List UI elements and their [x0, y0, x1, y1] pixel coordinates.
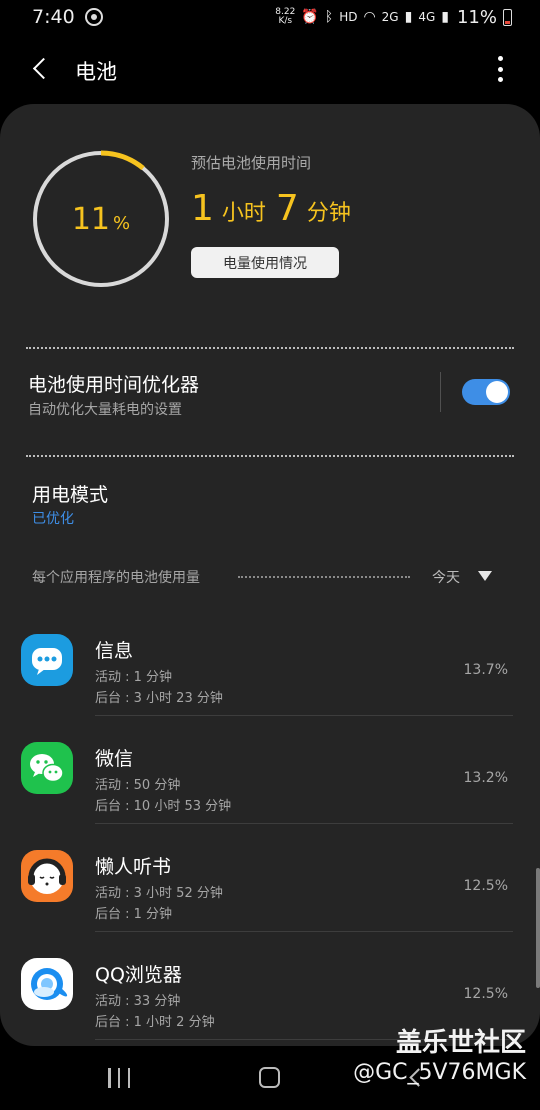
- home-icon[interactable]: [259, 1067, 280, 1088]
- scrollbar[interactable]: [536, 868, 540, 988]
- app-name: 微信: [95, 748, 134, 770]
- app-background-time: 后台 : 10 小时 53 分钟: [95, 799, 232, 814]
- app-active-time: 活动 : 50 分钟: [95, 778, 181, 793]
- estimate-hours: 1: [191, 188, 214, 229]
- battery-level-sign: %: [113, 212, 131, 234]
- app-usage-item[interactable]: 懒人听书 活动 : 3 小时 52 分钟 后台 : 1 分钟 12.5%: [0, 828, 540, 936]
- optimizer-title[interactable]: 电池使用时间优化器: [28, 370, 199, 397]
- row-separator: [95, 931, 513, 932]
- divider: [26, 347, 514, 349]
- qq-browser-icon: [21, 958, 73, 1010]
- app-usage-percent: 12.5%: [463, 986, 508, 1002]
- estimate-value: 1 小时 7 分钟: [191, 188, 361, 229]
- page-title: 电池: [75, 60, 117, 84]
- app-name: 信息: [95, 640, 134, 662]
- app-background-time: 后台 : 1 分钟: [95, 907, 173, 922]
- divider-vertical: [440, 372, 441, 412]
- estimate-minutes-unit: 分钟: [306, 201, 351, 226]
- app-name: QQ浏览器: [95, 964, 182, 986]
- app-active-time: 活动 : 3 小时 52 分钟: [95, 886, 223, 901]
- wifi-icon: ◠: [363, 9, 376, 25]
- app-name: 懒人听书: [95, 856, 172, 878]
- estimate-label: 预估电池使用时间: [191, 154, 312, 172]
- app-usage-item[interactable]: 微信 活动 : 50 分钟 后台 : 10 小时 53 分钟 13.2%: [0, 720, 540, 828]
- status-icons: 8.22 K/s ⏰ ᛒ HD ◠ 2G ▮ 4G ▮ 11%: [275, 7, 512, 28]
- messages-icon: [21, 634, 73, 686]
- battery-icon: [503, 8, 512, 26]
- divider: [26, 455, 514, 457]
- app-header: 电池: [0, 40, 540, 98]
- battery-card: 11 % 预估电池使用时间 1 小时 7 分钟 电量使用情况 电池使用时间优化器…: [0, 104, 540, 1046]
- watermark-title: 盖乐世社区: [395, 1028, 526, 1058]
- estimate-hours-unit: 小时: [221, 201, 266, 226]
- power-mode-value: 已优化: [32, 511, 74, 527]
- optimizer-toggle[interactable]: [462, 379, 510, 405]
- signal-icon-2: ▮: [441, 9, 449, 25]
- estimate-minutes: 7: [275, 188, 299, 229]
- back-icon[interactable]: [28, 54, 58, 84]
- app-usage-percent: 13.7%: [463, 662, 508, 678]
- app-background-time: 后台 : 3 小时 23 分钟: [95, 691, 223, 706]
- signal-icon: ▮: [404, 9, 413, 25]
- app-active-time: 活动 : 1 分钟: [95, 670, 173, 685]
- bluetooth-icon: ᛒ: [324, 9, 334, 25]
- watermark-handle: @GC_5V76MGK: [353, 1060, 526, 1085]
- lazy-audiobook-icon: [21, 850, 73, 902]
- optimizer-subtitle: 自动优化大量耗电的设置: [28, 402, 182, 418]
- recent-apps-icon[interactable]: [108, 1068, 130, 1088]
- battery-usage-button[interactable]: 电量使用情况: [191, 247, 339, 278]
- row-separator: [95, 715, 513, 716]
- power-mode-title[interactable]: 用电模式: [32, 480, 108, 507]
- app-usage-section-label: 每个应用程序的电池使用量: [32, 570, 200, 586]
- battery-level-text: 11 %: [32, 150, 170, 288]
- app-usage-percent: 13.2%: [463, 770, 508, 786]
- network-speed: 8.22 K/s: [275, 7, 296, 26]
- app-usage-item[interactable]: 信息 活动 : 1 分钟 后台 : 3 小时 23 分钟 13.7%: [0, 612, 540, 720]
- wechat-icon: [21, 742, 73, 794]
- period-selector[interactable]: 今天: [432, 567, 460, 587]
- battery-level-number: 11: [71, 201, 111, 237]
- network-4g-label: 4G: [418, 10, 436, 24]
- app-active-time: 活动 : 33 分钟: [95, 994, 181, 1009]
- app-usage-percent: 12.5%: [463, 878, 508, 894]
- network-2g-label: 2G: [381, 10, 399, 24]
- caret-down-icon[interactable]: [478, 571, 492, 581]
- battery-percent: 11%: [456, 6, 497, 28]
- status-bar: 7:40 8.22 K/s ⏰ ᛒ HD ◠ 2G ▮ 4G ▮ 11%: [0, 0, 540, 34]
- app-background-time: 后台 : 1 小时 2 分钟: [95, 1015, 215, 1030]
- more-options-icon[interactable]: [490, 56, 510, 82]
- section-dotted-line: [238, 576, 410, 578]
- toggle-knob: [486, 381, 508, 403]
- sync-icon: [84, 8, 103, 26]
- row-separator: [95, 823, 513, 824]
- alarm-icon: ⏰: [301, 9, 319, 25]
- hd-label: HD: [339, 10, 358, 24]
- status-time: 7:40: [32, 6, 75, 28]
